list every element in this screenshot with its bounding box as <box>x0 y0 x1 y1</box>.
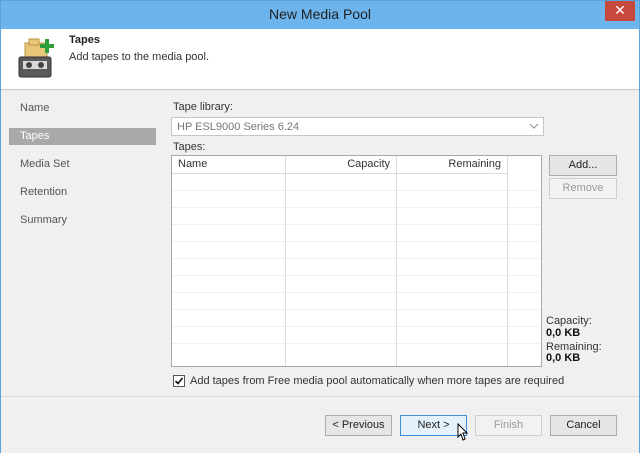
column-header-remaining[interactable]: Remaining <box>397 156 507 174</box>
tape-folder-add-icon <box>18 38 54 78</box>
grid-line <box>172 343 541 344</box>
tapes-table[interactable]: Name Capacity Remaining <box>171 155 542 367</box>
wizard-header: Tapes Add tapes to the media pool. <box>1 29 639 90</box>
cancel-button[interactable]: Cancel <box>550 415 617 436</box>
window-title: New Media Pool <box>269 6 371 22</box>
grid-line <box>172 258 541 259</box>
auto-add-checkbox[interactable] <box>173 375 185 387</box>
grid-line <box>172 275 541 276</box>
auto-add-label[interactable]: Add tapes from Free media pool automatic… <box>190 375 564 387</box>
capacity-value: 0,0 KB <box>546 327 581 339</box>
step-tapes[interactable]: Tapes <box>9 128 156 145</box>
capacity-label: Capacity: <box>546 315 592 327</box>
page-description: Add tapes to the media pool. <box>69 51 210 63</box>
grid-line <box>172 241 541 242</box>
step-summary[interactable]: Summary <box>9 212 156 229</box>
tape-library-dropdown[interactable]: HP ESL9000 Series 6.24 <box>171 117 544 136</box>
grid-line <box>172 224 541 225</box>
close-icon[interactable]: ✕ <box>605 1 635 21</box>
page-title: Tapes <box>69 34 100 46</box>
grid-line <box>172 190 541 191</box>
tapes-label: Tapes: <box>173 141 206 153</box>
chevron-down-icon <box>529 123 539 129</box>
tape-library-value: HP ESL9000 Series 6.24 <box>177 121 300 133</box>
grid-line <box>172 326 541 327</box>
column-header-capacity[interactable]: Capacity <box>286 156 396 174</box>
remaining-value: 0,0 KB <box>546 352 581 364</box>
mouse-pointer-icon <box>457 423 469 441</box>
grid-line <box>172 309 541 310</box>
column-capacity: Capacity <box>286 156 397 366</box>
add-button[interactable]: Add... <box>549 155 617 176</box>
remove-button[interactable]: Remove <box>549 178 617 199</box>
tape-library-label: Tape library: <box>173 101 233 113</box>
wizard-window: New Media Pool ✕ Tapes Add tapes to the … <box>0 0 640 453</box>
grid-line <box>172 292 541 293</box>
step-retention[interactable]: Retention <box>9 184 156 201</box>
grid-line <box>172 207 541 208</box>
column-name: Name <box>172 156 286 366</box>
previous-button[interactable]: < Previous <box>325 415 392 436</box>
column-header-name[interactable]: Name <box>172 156 285 174</box>
wizard-steps: Name Tapes Media Set Retention Summary <box>1 90 159 392</box>
wizard-footer: < Previous Next > Finish Cancel <box>1 396 639 453</box>
column-remaining: Remaining <box>397 156 508 366</box>
checkmark-icon <box>174 377 184 385</box>
title-bar: New Media Pool ✕ <box>1 1 639 29</box>
step-name[interactable]: Name <box>9 100 156 117</box>
finish-button[interactable]: Finish <box>475 415 542 436</box>
step-media-set[interactable]: Media Set <box>9 156 156 173</box>
